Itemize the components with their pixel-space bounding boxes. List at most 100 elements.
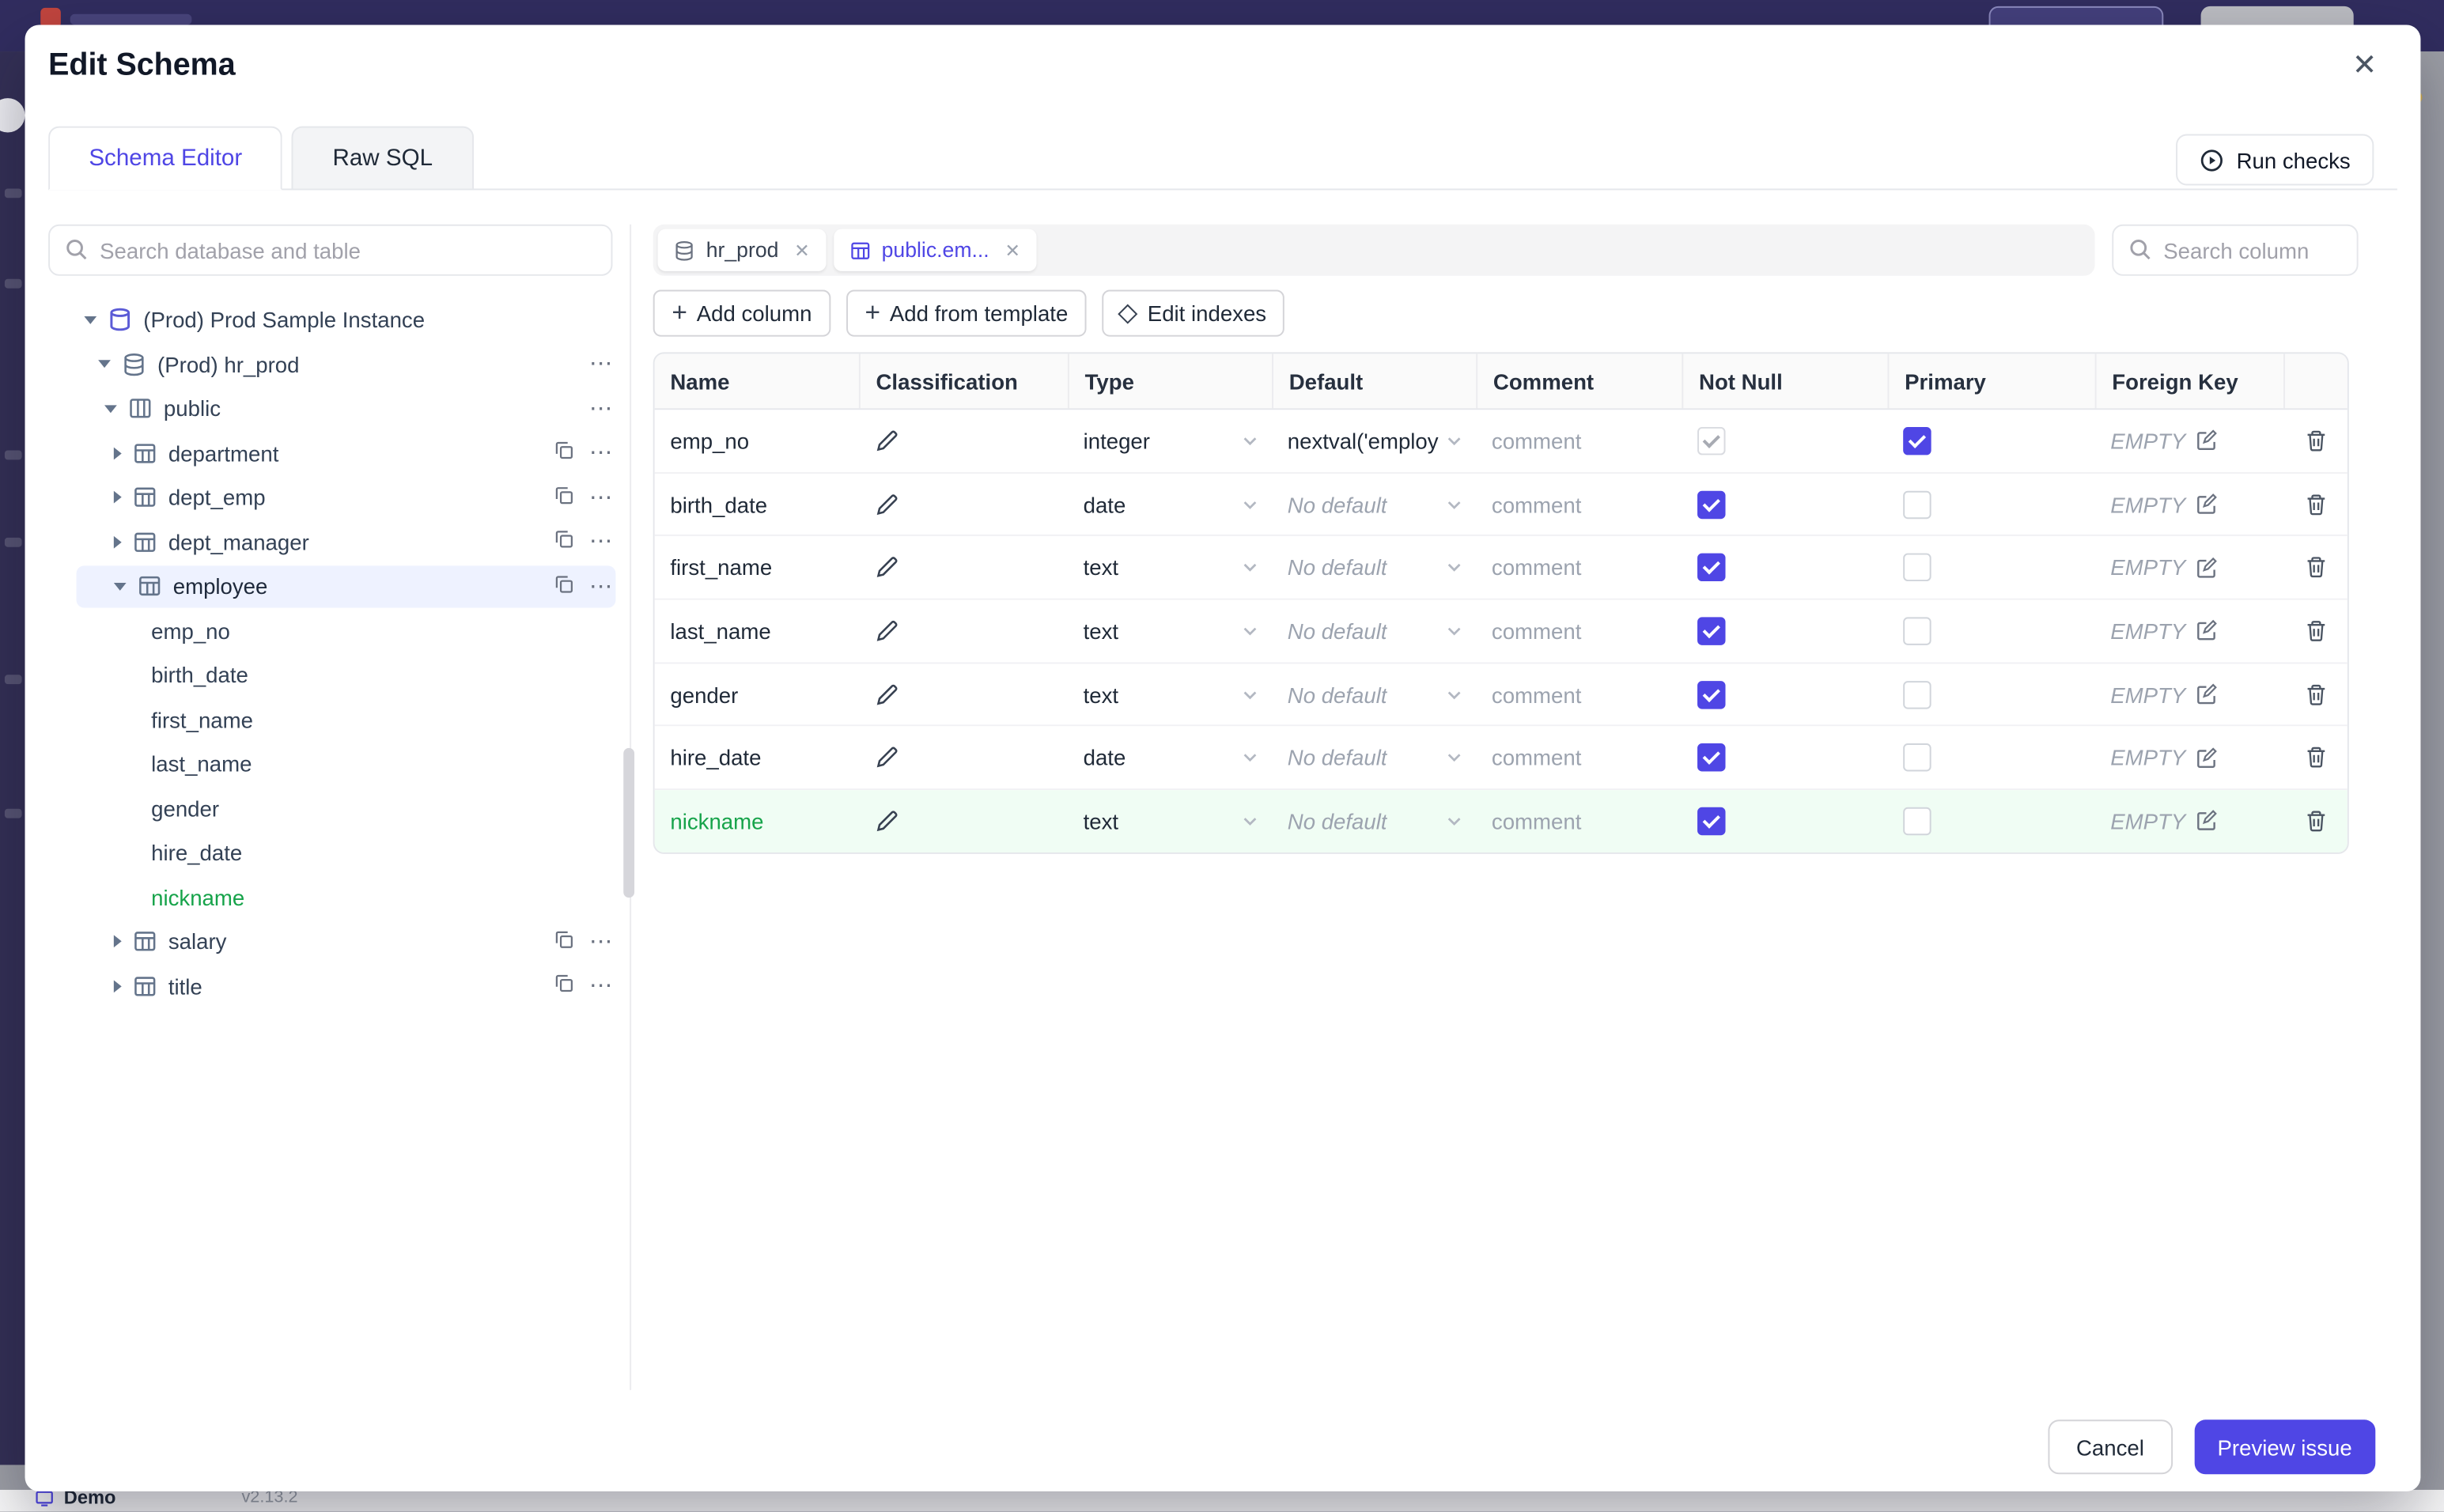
pencil-icon[interactable] <box>875 809 900 834</box>
database-search-input[interactable] <box>48 224 613 276</box>
copy-icon[interactable] <box>554 928 576 955</box>
not-null-checkbox[interactable] <box>1697 617 1726 645</box>
type-select[interactable]: date <box>1068 473 1272 535</box>
more-menu-icon[interactable]: ⋯ <box>589 397 613 421</box>
trash-icon[interactable] <box>2303 429 2329 454</box>
not-null-checkbox[interactable] <box>1697 743 1726 773</box>
pencil-icon[interactable] <box>875 618 900 644</box>
default-select[interactable]: nextval('employ <box>1272 410 1476 471</box>
caret-down-icon[interactable] <box>113 582 127 591</box>
tree-item-first-name[interactable]: first_name <box>48 697 619 742</box>
not-null-checkbox[interactable] <box>1697 807 1726 836</box>
not-null-checkbox[interactable] <box>1697 426 1726 455</box>
tree-item-gender[interactable]: gender <box>48 786 619 830</box>
tree-item-last-name[interactable]: last_name <box>48 742 619 786</box>
default-select[interactable]: No default <box>1272 600 1476 662</box>
caret-down-icon[interactable] <box>104 404 117 413</box>
pencil-icon[interactable] <box>875 682 900 707</box>
tree-item-department[interactable]: department ⋯ <box>48 431 619 475</box>
tree-item-instance[interactable]: (Prod) Prod Sample Instance <box>48 297 619 342</box>
caret-down-icon[interactable] <box>98 360 111 369</box>
primary-checkbox[interactable] <box>1903 426 1931 455</box>
tab-raw-sql[interactable]: Raw SQL <box>292 126 474 191</box>
more-menu-icon[interactable]: ⋯ <box>589 974 613 998</box>
edit-box-icon[interactable] <box>2195 810 2219 833</box>
not-null-checkbox[interactable] <box>1697 554 1726 582</box>
type-select[interactable]: integer <box>1068 410 1272 471</box>
add-from-template-button[interactable]: + Add from template <box>846 289 1087 337</box>
type-select[interactable]: text <box>1068 600 1272 662</box>
close-icon[interactable]: ✕ <box>2343 50 2386 82</box>
primary-checkbox[interactable] <box>1903 554 1931 582</box>
more-menu-icon[interactable]: ⋯ <box>589 353 613 376</box>
comment-input[interactable]: comment <box>1476 727 1682 788</box>
tree-item-public[interactable]: public ⋯ <box>48 387 619 431</box>
column-name-cell[interactable]: first_name <box>655 537 859 599</box>
more-menu-icon[interactable]: ⋯ <box>589 486 613 509</box>
tree-item-salary[interactable]: salary ⋯ <box>48 920 619 964</box>
more-menu-icon[interactable]: ⋯ <box>589 441 613 465</box>
preview-issue-button[interactable]: Preview issue <box>2193 1419 2376 1475</box>
primary-checkbox[interactable] <box>1903 743 1931 773</box>
comment-input[interactable]: comment <box>1476 537 1682 599</box>
not-null-checkbox[interactable] <box>1697 490 1726 519</box>
primary-checkbox[interactable] <box>1903 680 1931 709</box>
tree-item-hr-prod[interactable]: (Prod) hr_prod ⋯ <box>48 342 619 387</box>
tab-chip-public-employee[interactable]: public.em... ✕ <box>833 229 1036 271</box>
copy-icon[interactable] <box>554 529 576 556</box>
tree-item-nickname[interactable]: nickname <box>48 875 619 920</box>
default-select[interactable]: No default <box>1272 473 1476 535</box>
more-menu-icon[interactable]: ⋯ <box>589 531 613 554</box>
column-name-cell[interactable]: birth_date <box>655 473 859 535</box>
comment-input[interactable]: comment <box>1476 600 1682 662</box>
copy-icon[interactable] <box>554 484 576 511</box>
default-select[interactable]: No default <box>1272 663 1476 725</box>
pencil-icon[interactable] <box>875 429 900 454</box>
primary-checkbox[interactable] <box>1903 617 1931 645</box>
trash-icon[interactable] <box>2303 746 2329 771</box>
trash-icon[interactable] <box>2303 618 2329 644</box>
pencil-icon[interactable] <box>875 492 900 517</box>
tree-item-employee[interactable]: employee ⋯ <box>48 564 619 608</box>
column-name-cell[interactable]: emp_no <box>655 410 859 471</box>
edit-box-icon[interactable] <box>2195 493 2219 516</box>
caret-right-icon[interactable] <box>113 980 122 992</box>
tree-item-title[interactable]: title ⋯ <box>48 964 619 1008</box>
default-select[interactable]: No default <box>1272 537 1476 599</box>
trash-icon[interactable] <box>2303 809 2329 834</box>
comment-input[interactable]: comment <box>1476 663 1682 725</box>
tree-item-dept-emp[interactable]: dept_emp ⋯ <box>48 475 619 520</box>
tree-item-emp-no[interactable]: emp_no <box>48 609 619 653</box>
edit-box-icon[interactable] <box>2195 682 2219 706</box>
not-null-checkbox[interactable] <box>1697 680 1726 709</box>
tab-chip-hr-prod[interactable]: hr_prod ✕ <box>657 229 826 271</box>
tree-item-hire-date[interactable]: hire_date <box>48 830 619 875</box>
type-select[interactable]: text <box>1068 537 1272 599</box>
caret-right-icon[interactable] <box>113 935 122 948</box>
comment-input[interactable]: comment <box>1476 790 1682 852</box>
run-checks-button[interactable]: Run checks <box>2175 134 2374 186</box>
caret-right-icon[interactable] <box>113 447 122 459</box>
column-search-input[interactable] <box>2112 224 2359 276</box>
type-select[interactable]: text <box>1068 663 1272 725</box>
trash-icon[interactable] <box>2303 555 2329 580</box>
comment-input[interactable]: comment <box>1476 473 1682 535</box>
primary-checkbox[interactable] <box>1903 490 1931 519</box>
tree-item-birth-date[interactable]: birth_date <box>48 653 619 697</box>
more-menu-icon[interactable]: ⋯ <box>589 575 613 599</box>
copy-icon[interactable] <box>554 440 576 467</box>
type-select[interactable]: text <box>1068 790 1272 852</box>
trash-icon[interactable] <box>2303 682 2329 707</box>
more-menu-icon[interactable]: ⋯ <box>589 930 613 954</box>
caret-right-icon[interactable] <box>113 535 122 549</box>
copy-icon[interactable] <box>554 973 576 1000</box>
pencil-icon[interactable] <box>875 555 900 580</box>
copy-icon[interactable] <box>554 573 576 600</box>
close-icon[interactable]: ✕ <box>1004 239 1020 261</box>
tab-schema-editor[interactable]: Schema Editor <box>48 126 283 191</box>
edit-box-icon[interactable] <box>2195 747 2219 770</box>
comment-input[interactable]: comment <box>1476 410 1682 471</box>
default-select[interactable]: No default <box>1272 790 1476 852</box>
cancel-button[interactable]: Cancel <box>2048 1419 2173 1475</box>
edit-indexes-button[interactable]: Edit indexes <box>1102 289 1285 337</box>
